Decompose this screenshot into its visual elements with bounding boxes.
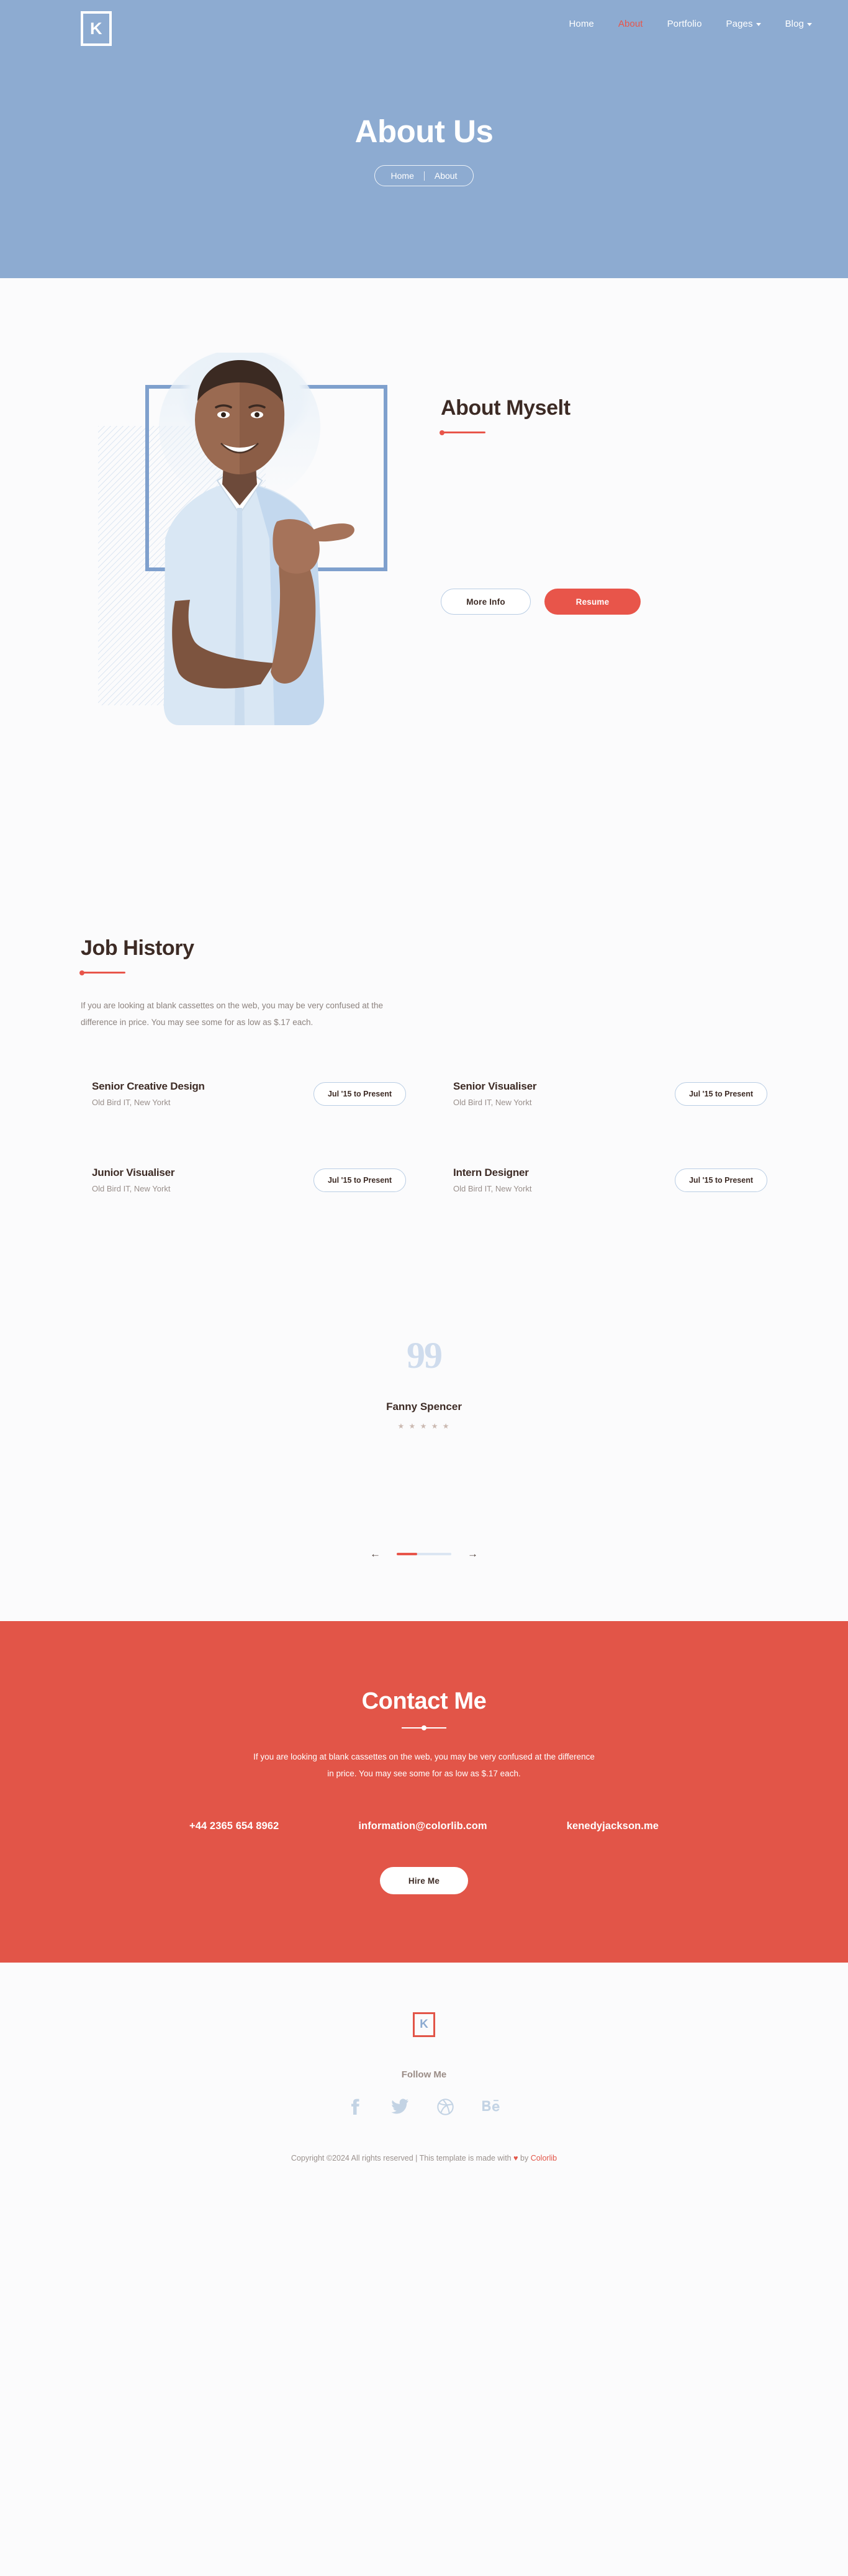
- section-underline: [440, 430, 485, 435]
- nav-label: Home: [569, 19, 594, 29]
- job-period-badge[interactable]: Jul '15 to Present: [313, 1168, 406, 1192]
- job-card: Intern Designer Old Bird IT, New Yorkt J…: [442, 1167, 767, 1193]
- carousel-next-arrow-icon[interactable]: →: [467, 1548, 478, 1559]
- resume-button[interactable]: Resume: [544, 589, 641, 615]
- nav-item-home[interactable]: Home: [569, 19, 593, 29]
- job-info: Senior Visualiser Old Bird IT, New Yorkt: [453, 1080, 536, 1107]
- section-underline: [79, 970, 125, 975]
- contact-section: Contact Me If you are looking at blank c…: [0, 1621, 848, 1963]
- behance-icon[interactable]: [482, 2099, 501, 2115]
- nav-label: Portfolio: [667, 19, 702, 29]
- job-card: Senior Visualiser Old Bird IT, New Yorkt…: [442, 1080, 767, 1107]
- nav-links: Home About Portfolio Pages Blog: [569, 19, 812, 29]
- page-title: About Us: [354, 114, 494, 149]
- more-info-button[interactable]: More Info: [441, 589, 531, 615]
- contact-email[interactable]: information@colorlib.com: [358, 1820, 487, 1832]
- contact-website[interactable]: kenedyjackson.me: [567, 1820, 659, 1832]
- main-navbar: K Home About Portfolio Pages Blog: [0, 0, 848, 57]
- contact-underline: [402, 1725, 446, 1730]
- site-footer: K Follow Me Copyright ©2024 All rights r…: [0, 1963, 848, 2176]
- quote-icon: 99: [407, 1335, 443, 1376]
- job-role: Intern Designer: [453, 1167, 529, 1178]
- logo-letter: K: [90, 19, 102, 38]
- contact-phone[interactable]: +44 2365 654 8962: [189, 1820, 279, 1832]
- breadcrumb-home[interactable]: Home: [391, 171, 414, 181]
- footer-logo[interactable]: K: [413, 2012, 435, 2037]
- testimonial-section: 99 Fanny Spencer ★ ★ ★ ★ ★ ← →: [0, 1231, 848, 1621]
- job-period-badge[interactable]: Jul '15 to Present: [313, 1082, 406, 1106]
- job-info: Intern Designer Old Bird IT, New Yorkt: [453, 1167, 531, 1193]
- chevron-down-icon: [807, 23, 812, 26]
- job-info: Senior Creative Design Old Bird IT, New …: [92, 1080, 205, 1107]
- job-role: Junior Visualiser: [92, 1167, 175, 1178]
- job-history-title: Job History: [81, 936, 194, 960]
- carousel-progress-bar[interactable]: [397, 1552, 451, 1555]
- twitter-icon[interactable]: [390, 2099, 408, 2115]
- job-company: Old Bird IT, New Yorkt: [453, 1184, 532, 1193]
- portrait-photo: [130, 353, 360, 738]
- nav-item-pages[interactable]: Pages: [726, 19, 761, 29]
- job-history-section: Job History If you are looking at blank …: [0, 936, 848, 1231]
- dribbble-icon[interactable]: [436, 2099, 454, 2115]
- contact-description: If you are looking at blank cassettes on…: [253, 1752, 595, 1778]
- about-image-block: [81, 353, 416, 812]
- facebook-icon[interactable]: [348, 2099, 363, 2115]
- job-info: Junior Visualiser Old Bird IT, New Yorkt: [92, 1167, 174, 1193]
- job-role: Senior Creative Design: [92, 1080, 205, 1092]
- nav-label: About: [618, 19, 643, 29]
- copyright-text: Copyright ©2024 All rights reserved | Th…: [0, 2154, 848, 2162]
- page-root: K Home About Portfolio Pages Blog About …: [0, 0, 848, 2176]
- hero-body: About Us Home About: [0, 57, 848, 187]
- rating-stars: ★ ★ ★ ★ ★: [397, 1422, 451, 1430]
- footer-logo-letter: K: [420, 2018, 428, 2031]
- job-company: Old Bird IT, New Yorkt: [92, 1098, 171, 1107]
- carousel-nav: ← →: [0, 1548, 848, 1559]
- nav-item-about[interactable]: About: [618, 19, 643, 29]
- job-company: Old Bird IT, New Yorkt: [92, 1184, 171, 1193]
- job-card: Senior Creative Design Old Bird IT, New …: [81, 1080, 406, 1107]
- heart-icon: ♥: [513, 2154, 518, 2162]
- job-company: Old Bird IT, New Yorkt: [453, 1098, 532, 1107]
- job-period-badge[interactable]: Jul '15 to Present: [674, 1082, 767, 1106]
- hire-me-button[interactable]: Hire Me: [380, 1867, 468, 1894]
- copyright-middle: by: [518, 2154, 531, 2162]
- contact-title: Contact Me: [361, 1688, 487, 1714]
- nav-item-blog[interactable]: Blog: [785, 19, 812, 29]
- carousel-prev-arrow-icon[interactable]: ←: [370, 1548, 381, 1559]
- copyright-prefix: Copyright ©2024 All rights reserved | Th…: [291, 2154, 514, 2162]
- about-title: About Myselt: [441, 396, 571, 420]
- breadcrumb-divider: [423, 171, 425, 181]
- contact-details-row: +44 2365 654 8962 information@colorlib.c…: [0, 1820, 848, 1832]
- about-buttons: More Info Resume: [441, 589, 767, 615]
- nav-label: Pages: [726, 19, 753, 29]
- job-card: Junior Visualiser Old Bird IT, New Yorkt…: [81, 1167, 406, 1193]
- follow-label: Follow Me: [401, 2069, 447, 2080]
- hire-button-wrap: Hire Me: [0, 1867, 848, 1894]
- breadcrumb: Home About: [374, 165, 474, 187]
- job-history-description: If you are looking at blank cassettes on…: [81, 1001, 384, 1027]
- carousel-progress-fill: [397, 1552, 418, 1555]
- job-role: Senior Visualiser: [453, 1080, 537, 1092]
- job-period-badge[interactable]: Jul '15 to Present: [674, 1168, 767, 1192]
- about-section: About Myselt More Info Resume: [0, 278, 848, 936]
- portrait-illustration: [159, 353, 354, 725]
- social-links: [0, 2099, 848, 2115]
- testimonial-author: Fanny Spencer: [386, 1401, 462, 1412]
- nav-label: Blog: [785, 19, 804, 29]
- chevron-down-icon: [756, 23, 761, 26]
- breadcrumb-current: About: [434, 171, 458, 181]
- nav-item-portfolio[interactable]: Portfolio: [667, 19, 702, 29]
- copyright-brand[interactable]: Colorlib: [531, 2154, 557, 2162]
- about-text-block: About Myselt More Info Resume: [416, 353, 767, 812]
- hero-section: K Home About Portfolio Pages Blog About …: [0, 0, 848, 278]
- job-history-grid: Senior Creative Design Old Bird IT, New …: [81, 1080, 767, 1193]
- site-logo[interactable]: K: [81, 11, 112, 46]
